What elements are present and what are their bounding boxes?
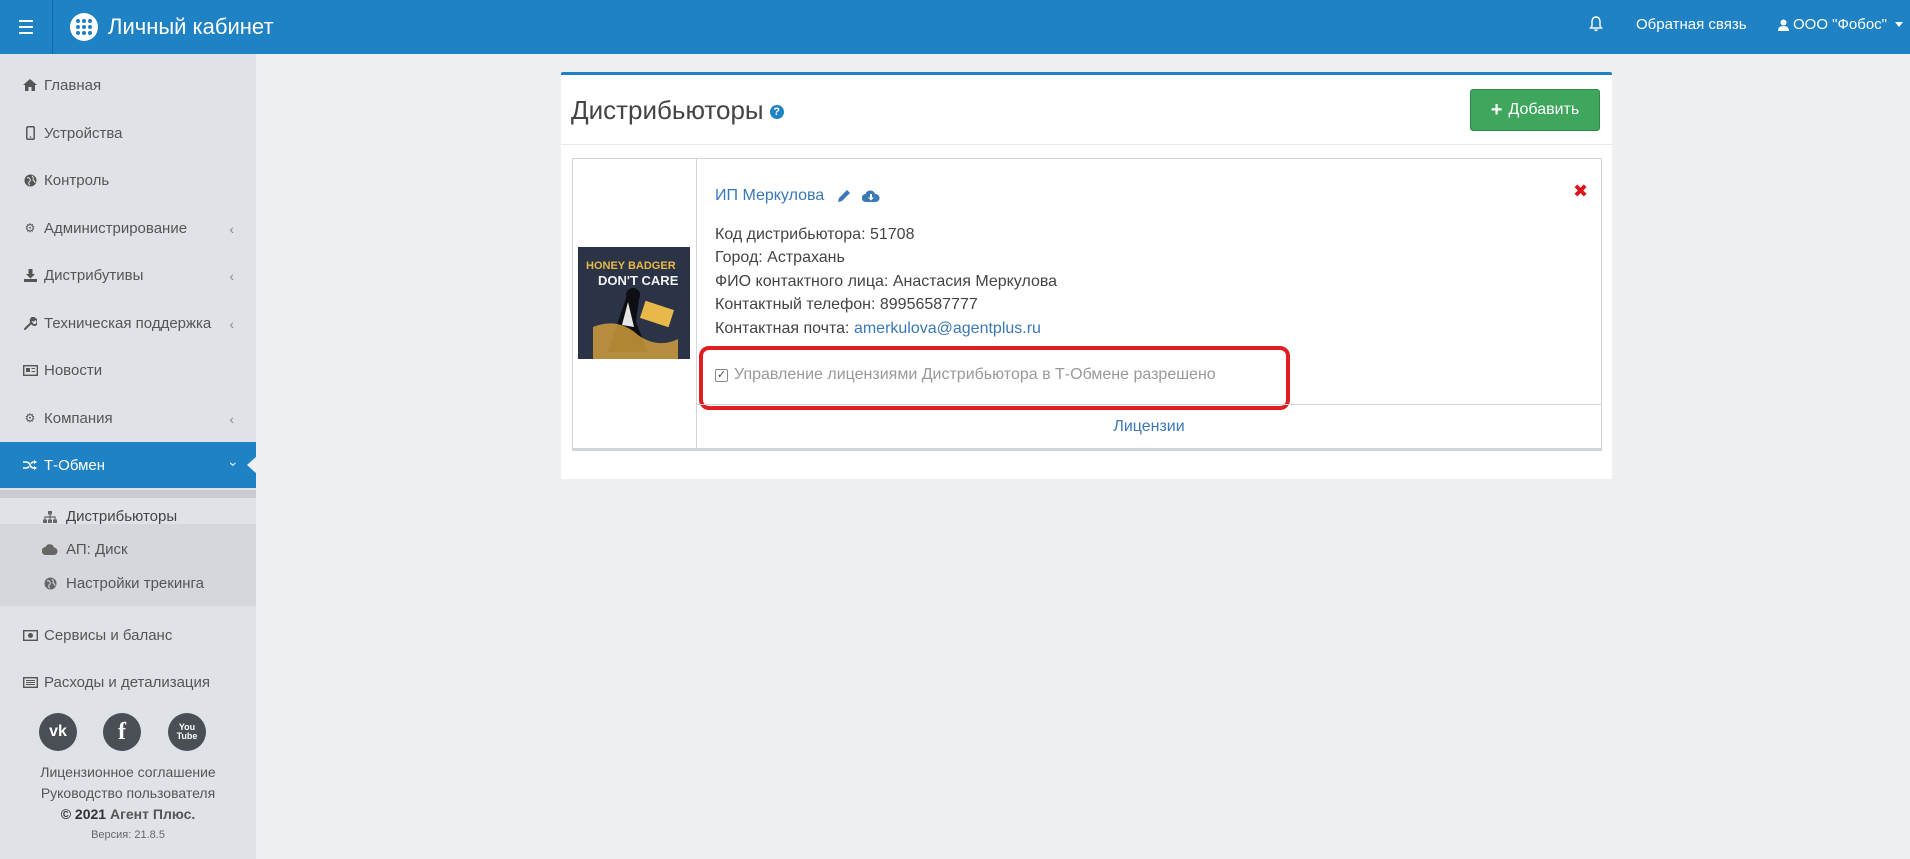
sidebar-item-services[interactable]: Сервисы и баланс <box>0 612 256 658</box>
distributor-phone: Контактный телефон: 89956587777 <box>715 296 978 313</box>
user-manual-link[interactable]: Руководство пользователя <box>0 785 256 801</box>
chevron-down-icon: ‹ <box>223 461 240 467</box>
svg-text:HONEY BADGER: HONEY BADGER <box>586 260 676 272</box>
vk-icon[interactable]: vk <box>39 713 77 751</box>
menu-toggle-button[interactable] <box>0 0 53 54</box>
sidebar-item-label: Главная <box>44 76 102 94</box>
sidebar-subitem-distributors[interactable]: Дистрибьюторы <box>42 508 177 525</box>
distributor-city: Город: Астрахань <box>715 249 845 266</box>
shuffle-icon <box>22 457 38 473</box>
caret-down-icon <box>1895 22 1903 27</box>
chevron-left-icon: ‹ <box>229 221 234 237</box>
sidebar-item-label: Техническая поддержка <box>44 314 212 332</box>
mobile-icon <box>22 125 38 141</box>
facebook-icon[interactable]: f <box>103 713 141 751</box>
chevron-left-icon: ‹ <box>229 316 234 332</box>
sidebar-item-home[interactable]: Главная <box>0 62 256 108</box>
version-label: Версия: 21.8.5 <box>91 829 165 841</box>
distributor-code: Код дистрибьютора: 51708 <box>715 226 915 243</box>
distributor-email-link[interactable]: amerkulova@agentplus.ru <box>854 320 1041 337</box>
user-name: ООО "Фобос" <box>1793 16 1887 33</box>
copyright: © 2021 Агент Плюс. <box>60 806 196 822</box>
license-agreement-link[interactable]: Лицензионное соглашение <box>0 764 256 780</box>
page-title: Дистрибьюторы ? <box>571 95 784 126</box>
sidebar-item-label: Администрирование <box>44 219 188 237</box>
feedback-link[interactable]: Обратная связь <box>1636 16 1747 33</box>
sidebar-item-distributions[interactable]: Дистрибутивы ‹ <box>0 252 256 298</box>
distributors-panel: Дистрибьюторы ? + Добавить HONEY BADGER … <box>561 72 1612 479</box>
sidebar-item-expenses[interactable]: Расходы и детализация <box>0 659 256 705</box>
sidebar-item-label: Сервисы и баланс <box>44 626 173 644</box>
download-icon <box>22 267 38 283</box>
sitemap-icon <box>42 509 58 525</box>
sidebar-item-label: Расходы и детализация <box>44 673 211 691</box>
money-icon <box>22 627 38 643</box>
bell-icon[interactable] <box>1589 16 1603 32</box>
sidebar-item-support[interactable]: Техническая поддержка ‹ <box>0 300 256 346</box>
distributor-email-row: Контактная почта: amerkulova@agentplus.r… <box>715 320 1041 337</box>
sidebar-subitem-ap-disk[interactable]: АП: Диск <box>42 541 128 558</box>
sidebar-subitem-label: АП: Диск <box>66 541 128 558</box>
chevron-left-icon: ‹ <box>229 268 234 284</box>
sidebar-item-label: Компания <box>44 409 113 427</box>
newspaper-icon <box>22 362 38 378</box>
highlight-box <box>699 346 1290 410</box>
add-button[interactable]: + Добавить <box>1470 89 1600 131</box>
cloud-icon <box>42 542 58 558</box>
wrench-icon <box>22 315 38 331</box>
licenses-link[interactable]: Лицензии <box>697 418 1601 436</box>
home-icon <box>22 77 38 93</box>
plus-icon: + <box>1490 99 1503 121</box>
top-header: Личный кабинет Обратная связь ООО "Фобос… <box>0 0 1910 54</box>
sidebar-item-devices[interactable]: Устройства <box>0 110 256 156</box>
logo-icon <box>70 13 98 41</box>
youtube-icon[interactable]: You Tube <box>168 713 206 751</box>
sidebar-item-label: Новости <box>44 361 103 379</box>
remove-icon[interactable]: ✖ <box>1573 181 1588 202</box>
sidebar-item-control[interactable]: Контроль <box>0 157 256 203</box>
sidebar-item-label: Т-Обмен <box>44 456 106 474</box>
distributor-contact: ФИО контактного лица: Анастасия Меркулов… <box>715 273 1058 290</box>
sidebar-item-t-obmen[interactable]: Т-Обмен ‹ <box>0 442 257 488</box>
sidebar-item-administration[interactable]: ⚙ Администрирование ‹ <box>0 205 256 251</box>
chevron-left-icon: ‹ <box>229 411 234 427</box>
sidebar-item-label: Устройства <box>44 124 123 142</box>
app-title[interactable]: Личный кабинет <box>108 14 274 40</box>
sidebar-item-news[interactable]: Новости <box>0 347 256 393</box>
user-menu[interactable]: ООО "Фобос" <box>1778 16 1903 33</box>
sidebar-item-label: Контроль <box>44 171 110 189</box>
sidebar-subitem-label: Дистрибьюторы <box>66 508 178 525</box>
svg-text:DON'T CARE: DON'T CARE <box>598 273 679 288</box>
help-icon[interactable]: ? <box>769 104 784 119</box>
sidebar-subitem-label: Настройки трекинга <box>66 575 204 592</box>
distributor-avatar: HONEY BADGER DON'T CARE <box>578 247 690 359</box>
distributor-name: ИП Меркулова <box>715 187 880 205</box>
hamburger-icon <box>19 18 33 36</box>
cloud-download-icon[interactable] <box>862 189 880 203</box>
distributor-name-link[interactable]: ИП Меркулова <box>715 187 824 205</box>
gear-icon: ⚙ <box>24 411 36 425</box>
sidebar: Главная Устройства Контроль ⚙ Администри… <box>0 54 257 859</box>
sidebar-item-label: Дистрибутивы <box>44 266 144 284</box>
list-icon <box>22 674 38 690</box>
globe-icon <box>42 576 58 592</box>
pencil-icon[interactable] <box>836 188 852 204</box>
user-icon <box>1778 19 1789 31</box>
brand-link[interactable]: Агент Плюс. <box>110 806 195 822</box>
sidebar-subitem-tracking-settings[interactable]: Настройки трекинга <box>42 575 204 592</box>
t-obmen-submenu: Дистрибьюторы АП: Диск Настройки трекинг… <box>0 490 256 606</box>
cogs-icon: ⚙ <box>24 221 36 235</box>
globe-icon <box>22 172 38 188</box>
distributor-card: HONEY BADGER DON'T CARE ИП Меркулова ✖ К… <box>572 158 1602 449</box>
sidebar-item-company[interactable]: ⚙ Компания ‹ <box>0 395 256 441</box>
